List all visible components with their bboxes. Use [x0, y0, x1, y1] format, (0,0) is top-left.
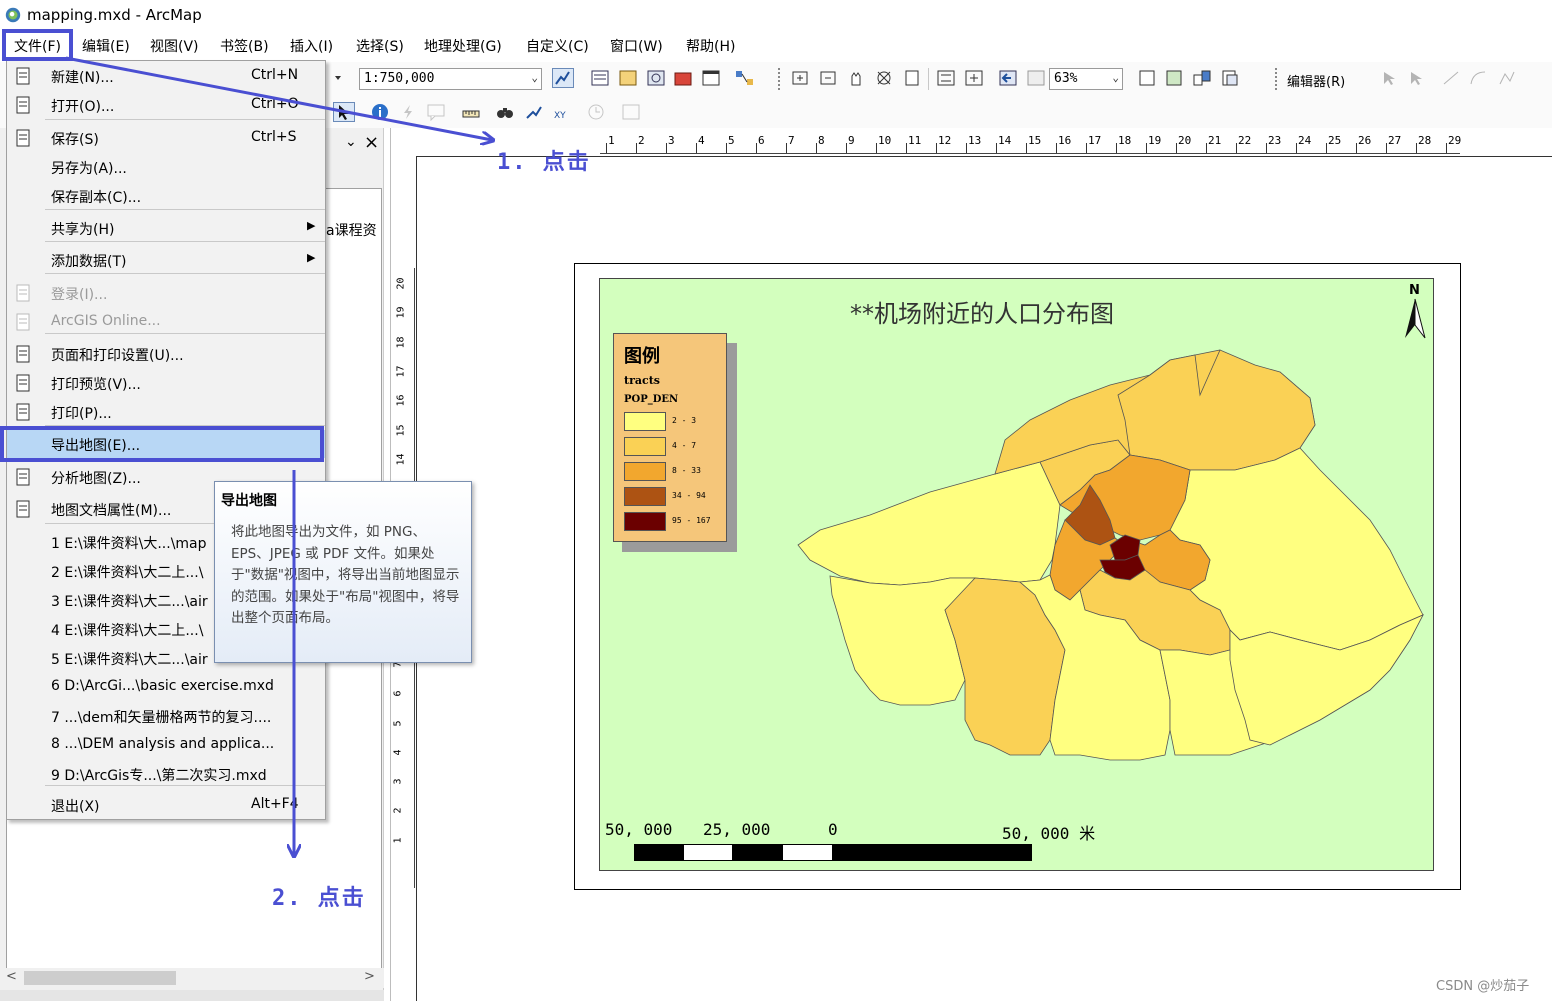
- menu-item-label: 打印(P)...: [51, 406, 112, 422]
- menu-item-label: 2 E:\课件资料\大二上...\: [51, 565, 204, 581]
- watermark-text: CSDN @炒茄子: [1436, 979, 1530, 994]
- legend-class: 8 - 33: [624, 462, 724, 482]
- save-icon: [16, 129, 30, 147]
- menu-item-shortcut: Ctrl+N: [251, 67, 299, 83]
- menu-item-shortcut: Alt+F4: [251, 796, 299, 812]
- file-menu-item-save-as[interactable]: 另存为(A)...: [7, 153, 325, 181]
- menu-item-label: 保存副本(C)...: [51, 190, 142, 206]
- submenu-arrow-icon: ▶: [307, 251, 316, 264]
- menu-item-shortcut: Ctrl+S: [251, 129, 297, 145]
- legend-title: 图例: [624, 346, 660, 367]
- file-menu-item-recent-7[interactable]: 7 ...\dem和矢量栅格两节的复习....: [7, 702, 325, 730]
- menu-item-label: 8 ...\DEM analysis and applica...: [51, 736, 275, 752]
- legend-class: 4 - 7: [624, 437, 724, 457]
- legend-swatch: [624, 462, 666, 481]
- menu-item-label: 地图文档属性(M)...: [51, 503, 172, 519]
- file-menu-item-save-copy[interactable]: 保存副本(C)...: [7, 182, 325, 210]
- menu-item-label: 保存(S): [51, 132, 99, 148]
- menu-item-label: 另存为(A)...: [51, 161, 127, 177]
- legend-swatch: [624, 512, 666, 531]
- north-arrow-label: N: [1409, 283, 1420, 298]
- menu-item-label: ArcGIS Online...: [51, 313, 161, 329]
- sign-in-icon: [16, 284, 30, 302]
- legend[interactable]: 图例 tracts POP_DEN 2 - 3 4 - 7 8 - 33 34 …: [613, 333, 727, 542]
- legend-class: 95 - 167: [624, 512, 724, 532]
- scalebar-segment: [782, 844, 833, 861]
- scalebar-label: 25, 000: [703, 820, 771, 839]
- menu-item-label: 新建(N)...: [51, 70, 114, 86]
- page-setup-icon: [16, 345, 30, 363]
- menu-item-label: 打印预览(V)...: [51, 377, 141, 393]
- file-menu-item-print[interactable]: 打印(P)...: [7, 398, 325, 426]
- tooltip-title: 导出地图: [221, 493, 277, 509]
- menu-item-label: 登录(I)...: [51, 287, 108, 303]
- annotation-file-menu-box: [2, 29, 73, 61]
- menu-item-label: 4 E:\课件资料\大二上...\: [51, 623, 204, 639]
- scalebar-label: 50, 000: [605, 820, 673, 839]
- legend-class: 34 - 94: [624, 487, 724, 507]
- legend-class-label: 4 - 7: [672, 441, 697, 450]
- printer-icon: [16, 403, 30, 421]
- annotation-step1-text: 1. 点击: [497, 150, 591, 175]
- menu-item-shortcut: Ctrl+O: [251, 96, 299, 112]
- legend-field-name: POP_DEN: [624, 394, 679, 405]
- menu-item-label: 页面和打印设置(U)...: [51, 348, 184, 364]
- legend-class-label: 8 - 33: [672, 466, 701, 475]
- document-properties-icon: [16, 500, 30, 518]
- print-preview-icon: [16, 374, 30, 392]
- legend-class-label: 34 - 94: [672, 491, 706, 500]
- file-menu-item-open[interactable]: 打开(O)... Ctrl+O: [7, 91, 325, 119]
- scalebar-segment: [732, 844, 783, 861]
- menu-item-label: 9 D:\ArcGis专...\第二次实习.mxd: [51, 768, 267, 784]
- menu-item-label: 共享为(H): [51, 222, 115, 238]
- legend-swatch: [624, 412, 666, 431]
- file-menu-item-recent-6[interactable]: 6 D:\ArcGi...\basic exercise.mxd: [7, 673, 325, 701]
- menu-item-label: 7 ...\dem和矢量栅格两节的复习....: [51, 710, 272, 726]
- file-menu-item-save[interactable]: 保存(S) Ctrl+S: [7, 124, 325, 152]
- annotation-export-map-box: [0, 426, 324, 462]
- file-menu-item-page-print-setup[interactable]: 页面和打印设置(U)...: [7, 340, 325, 368]
- scalebar-label: 50, 000 米: [1002, 824, 1096, 843]
- legend-swatch: [624, 487, 666, 506]
- file-menu-item-recent-9[interactable]: 9 D:\ArcGis专...\第二次实习.mxd: [7, 760, 325, 788]
- legend-class-label: 95 - 167: [672, 516, 711, 525]
- scalebar-segment: [634, 844, 684, 861]
- legend-class-label: 2 - 3: [672, 416, 697, 425]
- legend-swatch: [624, 437, 666, 456]
- tract-polygon: [829, 575, 976, 706]
- scalebar-segment: [683, 844, 733, 861]
- submenu-arrow-icon: ▶: [307, 219, 316, 232]
- legend-class: 2 - 3: [624, 412, 724, 432]
- legend-layer-name: tracts: [624, 374, 660, 387]
- file-menu-item-exit[interactable]: 退出(X) Alt+F4: [7, 791, 325, 819]
- new-document-icon: [16, 67, 30, 85]
- arcgis-online-icon: [16, 313, 30, 331]
- tooltip-body: 将此地图导出为文件，如 PNG、EPS、JPEG 或 PDF 文件。如果处于"数…: [231, 524, 460, 626]
- file-menu-item-sign-in[interactable]: 登录(I)...: [7, 279, 325, 307]
- menu-item-label: 5 E:\课件资料\大二...\air: [51, 652, 208, 668]
- tract-polygon: [797, 461, 1061, 586]
- menu-item-label: 3 E:\课件资料\大二...\air: [51, 594, 208, 610]
- export-map-tooltip: 导出地图 将此地图导出为文件，如 PNG、EPS、JPEG 或 PDF 文件。如…: [214, 481, 472, 663]
- analyze-map-icon: [16, 468, 30, 486]
- menu-item-label: 打开(O)...: [51, 99, 115, 115]
- open-folder-icon: [16, 96, 30, 114]
- menu-separator: [45, 119, 325, 120]
- menu-item-label: 退出(X): [51, 799, 100, 815]
- file-menu-item-print-preview[interactable]: 打印预览(V)...: [7, 369, 325, 397]
- scalebar-label: 0: [828, 820, 838, 839]
- file-menu-item-share-as[interactable]: 共享为(H) ▶: [7, 214, 325, 242]
- scalebar-segment: [832, 844, 1032, 861]
- file-menu-item-new[interactable]: 新建(N)... Ctrl+N: [7, 62, 325, 90]
- menu-item-label: 6 D:\ArcGi...\basic exercise.mxd: [51, 678, 274, 694]
- file-menu-item-recent-8[interactable]: 8 ...\DEM analysis and applica...: [7, 731, 325, 759]
- north-arrow-icon: [1405, 298, 1426, 339]
- menu-item-label: 分析地图(Z)...: [51, 471, 141, 487]
- tract-polygon: [1117, 349, 1316, 471]
- menu-item-label: 1 E:\课件资料\大...\map: [51, 536, 207, 552]
- annotation-step2-text: 2. 点击: [272, 886, 366, 911]
- file-menu-item-add-data[interactable]: 添加数据(T) ▶: [7, 246, 325, 274]
- file-menu-item-arcgis-online[interactable]: ArcGIS Online...: [7, 308, 325, 336]
- menu-item-label: 添加数据(T): [51, 254, 127, 270]
